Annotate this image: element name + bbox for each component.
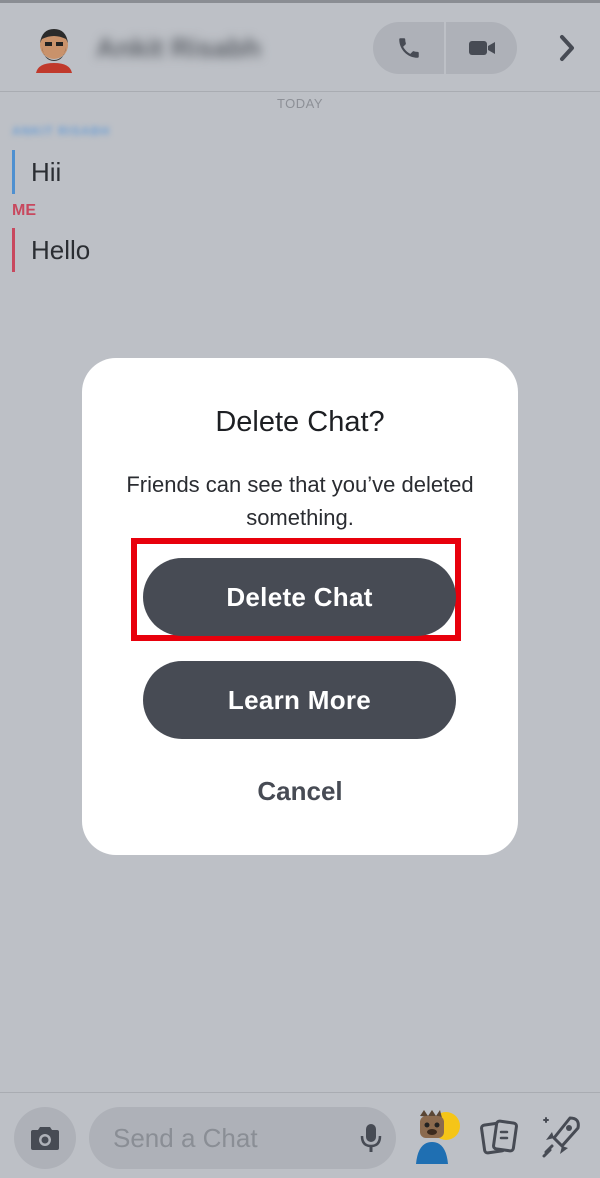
contact-name[interactable]: Ankit Risabh xyxy=(96,33,261,64)
call-buttons xyxy=(373,22,517,74)
camera-button[interactable] xyxy=(14,1107,76,1169)
video-icon xyxy=(468,41,495,55)
cards-icon[interactable] xyxy=(477,1116,521,1160)
chevron-right-icon[interactable] xyxy=(552,33,582,63)
friend-sender-label: ANKIT RISABH xyxy=(12,124,110,138)
delete-chat-dialog: Delete Chat? Friends can see that you’ve… xyxy=(82,358,518,855)
dialog-message: Friends can see that you’ve deleted some… xyxy=(126,472,474,530)
message-friend[interactable]: Hii xyxy=(12,150,61,194)
composer-divider xyxy=(0,1092,600,1093)
voice-call-button[interactable] xyxy=(373,22,444,74)
mic-icon[interactable] xyxy=(357,1122,385,1154)
me-sender-label: ME xyxy=(12,202,36,219)
camera-icon xyxy=(31,1127,59,1150)
chat-header: Ankit Risabh xyxy=(0,3,600,91)
video-call-button[interactable] xyxy=(446,22,517,74)
learn-more-button[interactable]: Learn More xyxy=(143,661,456,739)
dialog-title: Delete Chat? xyxy=(215,406,385,438)
header-divider xyxy=(0,91,600,92)
message-me[interactable]: Hello xyxy=(12,228,90,272)
phone-icon xyxy=(398,38,419,58)
rocket-icon[interactable] xyxy=(540,1112,584,1160)
chat-input[interactable]: Send a Chat xyxy=(89,1107,396,1169)
avatar[interactable] xyxy=(30,25,78,73)
delete-chat-button[interactable]: Delete Chat xyxy=(143,558,456,636)
day-label: TODAY xyxy=(276,96,324,111)
chat-placeholder: Send a Chat xyxy=(113,1123,258,1153)
bitmoji-icon[interactable] xyxy=(410,1108,462,1164)
cancel-button[interactable]: Cancel xyxy=(82,776,518,807)
